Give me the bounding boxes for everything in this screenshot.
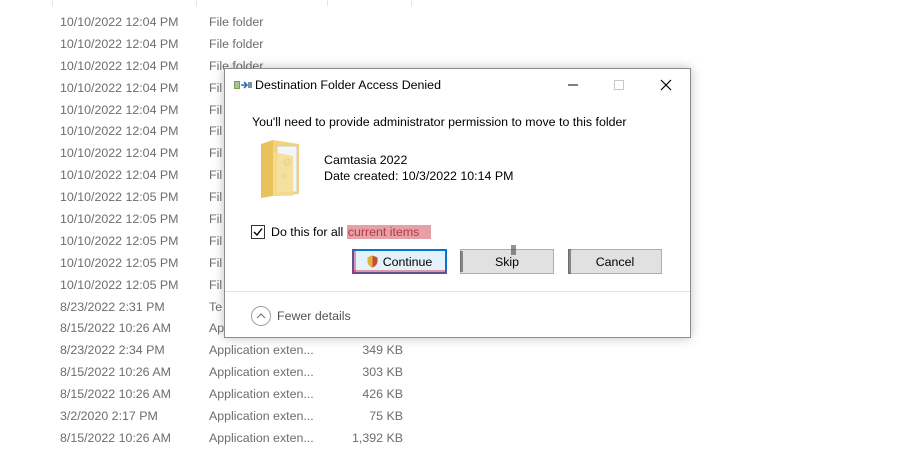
- fewer-details-label: Fewer details: [277, 309, 351, 323]
- file-date: 10/10/2022 12:04 PM: [60, 146, 179, 161]
- checkbox-label-highlight: current items: [346, 225, 432, 239]
- access-denied-dialog: Destination Folder Access Denied You'll …: [224, 68, 691, 338]
- file-type: File folder: [209, 15, 264, 29]
- file-date: 8/15/2022 10:26 AM: [60, 387, 171, 402]
- file-date: 8/15/2022 10:26 AM: [60, 430, 171, 445]
- file-date: 10/10/2022 12:05 PM: [60, 277, 179, 292]
- item-date-created: Date created: 10/3/2022 10:14 PM: [324, 169, 514, 183]
- file-type: Fil: [209, 190, 223, 205]
- file-type: Application exten...: [209, 409, 314, 424]
- file-row[interactable]: 3/2/2020 2:17 PM Application exten... 75 K…: [0, 405, 900, 427]
- file-type: Fil: [209, 212, 223, 227]
- minimize-button[interactable]: [550, 69, 596, 100]
- file-type: Fil: [209, 168, 223, 183]
- file-date: 10/10/2022 12:04 PM: [60, 80, 179, 95]
- file-date: 10/10/2022 12:04 PM: [60, 168, 179, 183]
- file-date: 10/10/2022 12:05 PM: [60, 255, 179, 270]
- file-size: 1,392 KB: [352, 430, 403, 445]
- artifact-mark: [568, 249, 571, 274]
- file-type: File folder: [209, 36, 264, 51]
- file-date: 10/10/2022 12:04 PM: [60, 102, 179, 117]
- folder-icon: [261, 140, 299, 198]
- cancel-button[interactable]: Cancel: [568, 249, 662, 274]
- file-date: 3/2/2020 2:17 PM: [60, 409, 158, 424]
- move-files-icon: [234, 81, 252, 89]
- file-type: Fil: [209, 255, 223, 270]
- file-row[interactable]: 8/23/2022 2:34 PM Application exten... 349…: [0, 339, 900, 361]
- file-date: 10/10/2022 12:05 PM: [60, 190, 179, 205]
- highlight-mark: [352, 270, 447, 274]
- continue-label: Continue: [382, 254, 433, 269]
- file-size: 303 KB: [362, 365, 403, 380]
- chevron-up-icon: [256, 313, 266, 319]
- file-row[interactable]: 10/10/2022 12:04 PM File folder: [0, 33, 900, 55]
- column-separator: [411, 0, 412, 6]
- item-name: Camtasia 2022: [324, 153, 408, 167]
- file-row[interactable]: 8/15/2022 10:26 AM Application exten... 30…: [0, 361, 900, 383]
- checkbox-box[interactable]: [251, 225, 265, 239]
- file-type: Ap: [209, 321, 225, 336]
- file-date: 10/10/2022 12:05 PM: [60, 212, 179, 227]
- file-row[interactable]: 8/15/2022 10:26 AM Application exten... 42…: [0, 383, 900, 405]
- checkbox-label: Do this for all current items: [271, 225, 432, 239]
- file-type: Application exten...: [209, 365, 314, 380]
- uac-shield-icon: [367, 255, 378, 268]
- file-type: Fil: [209, 124, 223, 139]
- file-date: 8/15/2022 10:26 AM: [60, 365, 171, 380]
- file-date: 8/15/2022 10:26 AM: [60, 321, 171, 336]
- apply-to-all-checkbox[interactable]: Do this for all current items: [251, 224, 432, 240]
- file-date: 10/10/2022 12:04 PM: [60, 58, 179, 73]
- file-date: 10/10/2022 12:04 PM: [60, 124, 179, 139]
- file-date: 10/10/2022 12:05 PM: [60, 233, 179, 248]
- file-date: 10/10/2022 12:04 PM: [60, 36, 179, 51]
- file-type: Te: [209, 299, 223, 314]
- file-row[interactable]: 10/10/2022 12:04 PM File folder: [0, 11, 900, 33]
- maximize-icon: [614, 80, 624, 90]
- checkmark-icon: [253, 228, 263, 237]
- cancel-label: Cancel: [595, 254, 635, 269]
- column-separator: [196, 0, 197, 6]
- file-type: Fil: [209, 277, 223, 292]
- column-separator: [327, 0, 328, 6]
- permission-message: You'll need to provide administrator per…: [252, 115, 627, 129]
- chevron-up-button[interactable]: [251, 306, 271, 326]
- file-date: 8/23/2022 2:34 PM: [60, 343, 165, 358]
- skip-button[interactable]: Skip: [460, 249, 554, 274]
- file-size: 75 KB: [369, 409, 403, 424]
- divider: [225, 291, 690, 292]
- artifact-mark: [460, 251, 463, 272]
- column-separator: [52, 0, 53, 6]
- file-size: 349 KB: [362, 343, 403, 358]
- artifact-mark: [511, 245, 516, 255]
- fewer-details-toggle[interactable]: Fewer details: [251, 305, 351, 327]
- file-type: Fil: [209, 146, 223, 161]
- skip-label: Skip: [494, 254, 520, 269]
- minimize-icon: [568, 84, 578, 86]
- file-type: Application exten...: [209, 430, 314, 445]
- file-date: 8/23/2022 2:31 PM: [60, 299, 165, 314]
- file-type: Fil: [209, 80, 223, 95]
- file-date: 10/10/2022 12:04 PM: [60, 15, 179, 29]
- title-bar[interactable]: Destination Folder Access Denied: [225, 69, 690, 100]
- close-icon: [660, 79, 672, 91]
- checkbox-label-prefix: Do this for all: [271, 225, 347, 239]
- close-button[interactable]: [643, 69, 689, 100]
- file-type: Application exten...: [209, 343, 314, 358]
- file-type: Application exten...: [209, 387, 314, 402]
- dialog-title: Destination Folder Access Denied: [255, 78, 441, 92]
- file-type: Fil: [209, 102, 223, 117]
- file-row[interactable]: 8/15/2022 10:26 AM Application exten... 1,…: [0, 427, 900, 449]
- file-type: Fil: [209, 233, 223, 248]
- file-size: 426 KB: [362, 387, 403, 402]
- maximize-button[interactable]: [596, 69, 642, 100]
